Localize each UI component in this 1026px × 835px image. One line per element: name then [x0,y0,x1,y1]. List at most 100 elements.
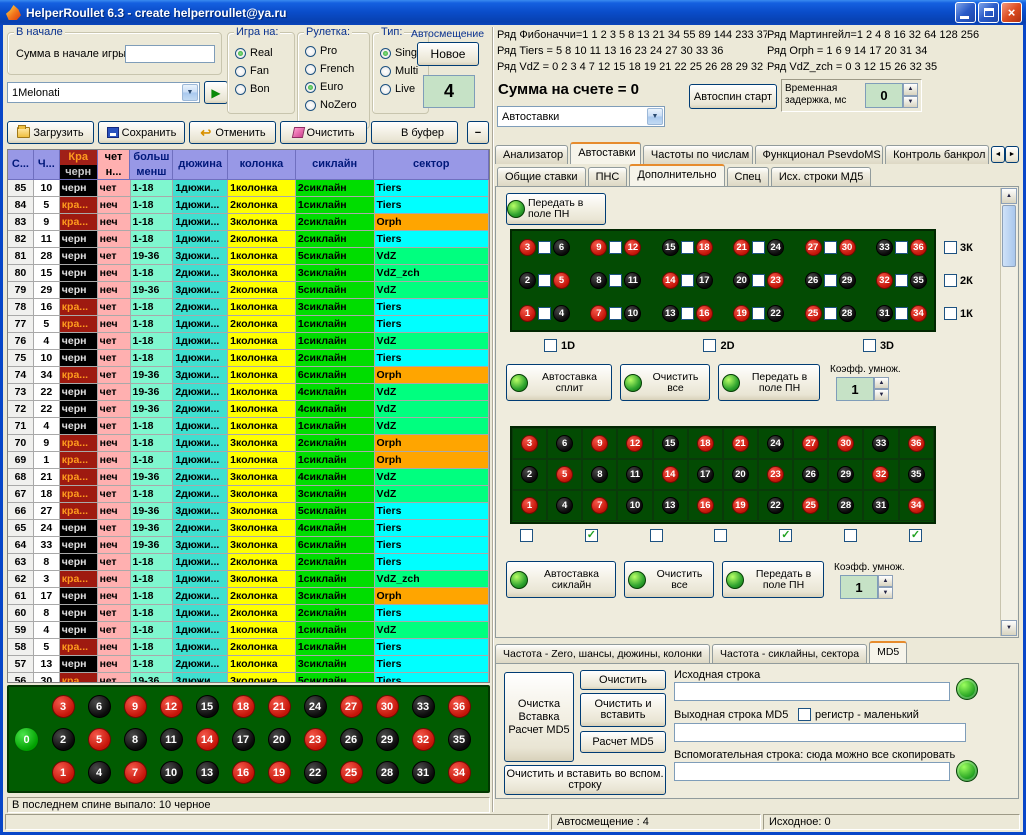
number-17[interactable]: 17 [696,272,713,289]
md5-clear-paste-calc-button[interactable]: Очистка Вставка Расчет MD5 [504,672,574,762]
clear-all-splits-button[interactable]: Очистить все [620,364,710,401]
split-checkbox[interactable] [609,241,622,254]
number-3[interactable]: 3 [521,435,538,452]
split-checkbox[interactable] [681,274,694,287]
number-15[interactable]: 15 [662,239,679,256]
number-9[interactable]: 9 [124,695,147,718]
number-5[interactable]: 5 [553,272,570,289]
register-checkbox[interactable]: регистр - маленький [798,708,919,721]
number-10[interactable]: 10 [624,305,641,322]
number-11[interactable]: 11 [624,272,641,289]
number-19[interactable]: 19 [268,761,291,784]
subtab-4[interactable]: Исх. строки МД5 [771,167,872,186]
number-32[interactable]: 32 [412,728,435,751]
source-string-input[interactable] [674,682,950,701]
number-17[interactable]: 17 [232,728,255,751]
sixline-checkbox[interactable] [520,529,533,542]
number-26[interactable]: 26 [805,272,822,289]
number-1[interactable]: 1 [52,761,75,784]
delay-spinner[interactable]: 0 ▲ ▼ [865,83,918,108]
number-10[interactable]: 10 [626,497,643,514]
number-5[interactable]: 5 [88,728,111,751]
split-checkbox[interactable] [895,274,908,287]
column-checkbox[interactable] [944,274,957,287]
table-row[interactable]: 775кра...неч1-181дюжи...2колонка1сиклайн… [8,316,489,333]
number-14[interactable]: 14 [662,466,679,483]
minimize-button[interactable] [955,2,976,23]
number-24[interactable]: 24 [767,435,784,452]
table-row[interactable]: 638чернчет1-181дюжи...2колонка2сиклайнTi… [8,554,489,571]
table-row[interactable]: 8128чернчет19-363дюжи...1колонка5сиклайн… [8,248,489,265]
number-12[interactable]: 12 [624,239,641,256]
table-row[interactable]: 5713черннеч1-182дюжи...1колонка3сиклайнT… [8,656,489,673]
number-33[interactable]: 33 [412,695,435,718]
number-28[interactable]: 28 [376,761,399,784]
tab-0[interactable]: Анализатор [495,145,568,164]
autobet-sixline-button[interactable]: Автоставка сиклайн [506,561,616,598]
column-checkbox[interactable] [944,241,957,254]
table-row[interactable]: 7222чернчет19-362дюжи...1колонка4сиклайн… [8,401,489,418]
table-row[interactable]: 6524чернчет19-362дюжи...3колонка4сиклайн… [8,520,489,537]
column-check-3К[interactable]: 3К [944,231,973,264]
number-5[interactable]: 5 [556,466,573,483]
number-9[interactable]: 9 [590,239,607,256]
sixline-checkbox[interactable] [714,529,727,542]
table-row[interactable]: 7434кра...чет19-363дюжи...1колонка6сикла… [8,367,489,384]
preset-combo[interactable]: 1Melonati ▼ [7,82,200,103]
radio-nozero[interactable]: NoZero [298,96,369,114]
number-16[interactable]: 16 [232,761,255,784]
dim-check-1D[interactable]: 1D [544,339,575,352]
md5-calc-button[interactable]: Расчет MD5 [580,731,666,753]
number-16[interactable]: 16 [696,305,713,322]
number-1[interactable]: 1 [521,497,538,514]
number-4[interactable]: 4 [556,497,573,514]
clipboard-button[interactable]: В буфер [371,121,458,144]
split-checkbox[interactable] [681,307,694,320]
number-15[interactable]: 15 [196,695,219,718]
number-34[interactable]: 34 [908,497,925,514]
number-22[interactable]: 22 [767,497,784,514]
radio-fan[interactable]: Fan [228,62,294,80]
number-11[interactable]: 11 [160,728,183,751]
clean-button[interactable]: Очистить [280,121,367,144]
md5-clear-and-paste-button[interactable]: Очистить и вставить [580,693,666,727]
split-checkbox[interactable] [752,307,765,320]
number-33[interactable]: 33 [876,239,893,256]
radio-live[interactable]: Live [373,80,428,98]
number-27[interactable]: 27 [340,695,363,718]
number-19[interactable]: 19 [732,497,749,514]
number-12[interactable]: 12 [626,435,643,452]
number-2[interactable]: 2 [519,272,536,289]
dim-check-2D[interactable]: 2D [703,339,734,352]
table-row[interactable]: 623кра...неч1-181дюжи...3колонка1сиклайн… [8,571,489,588]
number-6[interactable]: 6 [556,435,573,452]
number-35[interactable]: 35 [448,728,471,751]
number-4[interactable]: 4 [553,305,570,322]
chevron-down-icon[interactable]: ▼ [647,108,663,125]
number-26[interactable]: 26 [340,728,363,751]
table-row[interactable]: 7322чернчет19-362дюжи...1колонка4сиклайн… [8,384,489,401]
number-29[interactable]: 29 [837,466,854,483]
number-30[interactable]: 30 [837,435,854,452]
checkbox[interactable] [798,708,811,721]
number-29[interactable]: 29 [376,728,399,751]
minus-button[interactable]: − [467,121,489,144]
table-row[interactable]: 6718кра...чет1-182дюжи...3колонка3сиклай… [8,486,489,503]
number-27[interactable]: 27 [805,239,822,256]
table-row[interactable]: 6627кра...неч19-363дюжи...3колонка5сикла… [8,503,489,520]
column-checkbox[interactable] [944,307,957,320]
chevron-down-icon[interactable]: ▼ [182,84,198,101]
number-7[interactable]: 7 [124,761,147,784]
tab-scroll-left-icon[interactable]: ◄ [991,146,1005,163]
aux-string-input[interactable] [674,762,950,781]
number-8[interactable]: 8 [590,272,607,289]
undo-button[interactable]: ↩Отменить [189,121,276,144]
number-21[interactable]: 21 [732,435,749,452]
number-7[interactable]: 7 [590,305,607,322]
table-row[interactable]: 6821кра...неч19-362дюжи...3колонка4сикла… [8,469,489,486]
number-30[interactable]: 30 [376,695,399,718]
freqtab-0[interactable]: Частота - Zero, шансы, дюжины, колонки [495,644,710,663]
split-checkbox[interactable] [895,241,908,254]
folder-button[interactable]: Загрузить [7,121,94,144]
split-checkbox[interactable] [538,274,551,287]
